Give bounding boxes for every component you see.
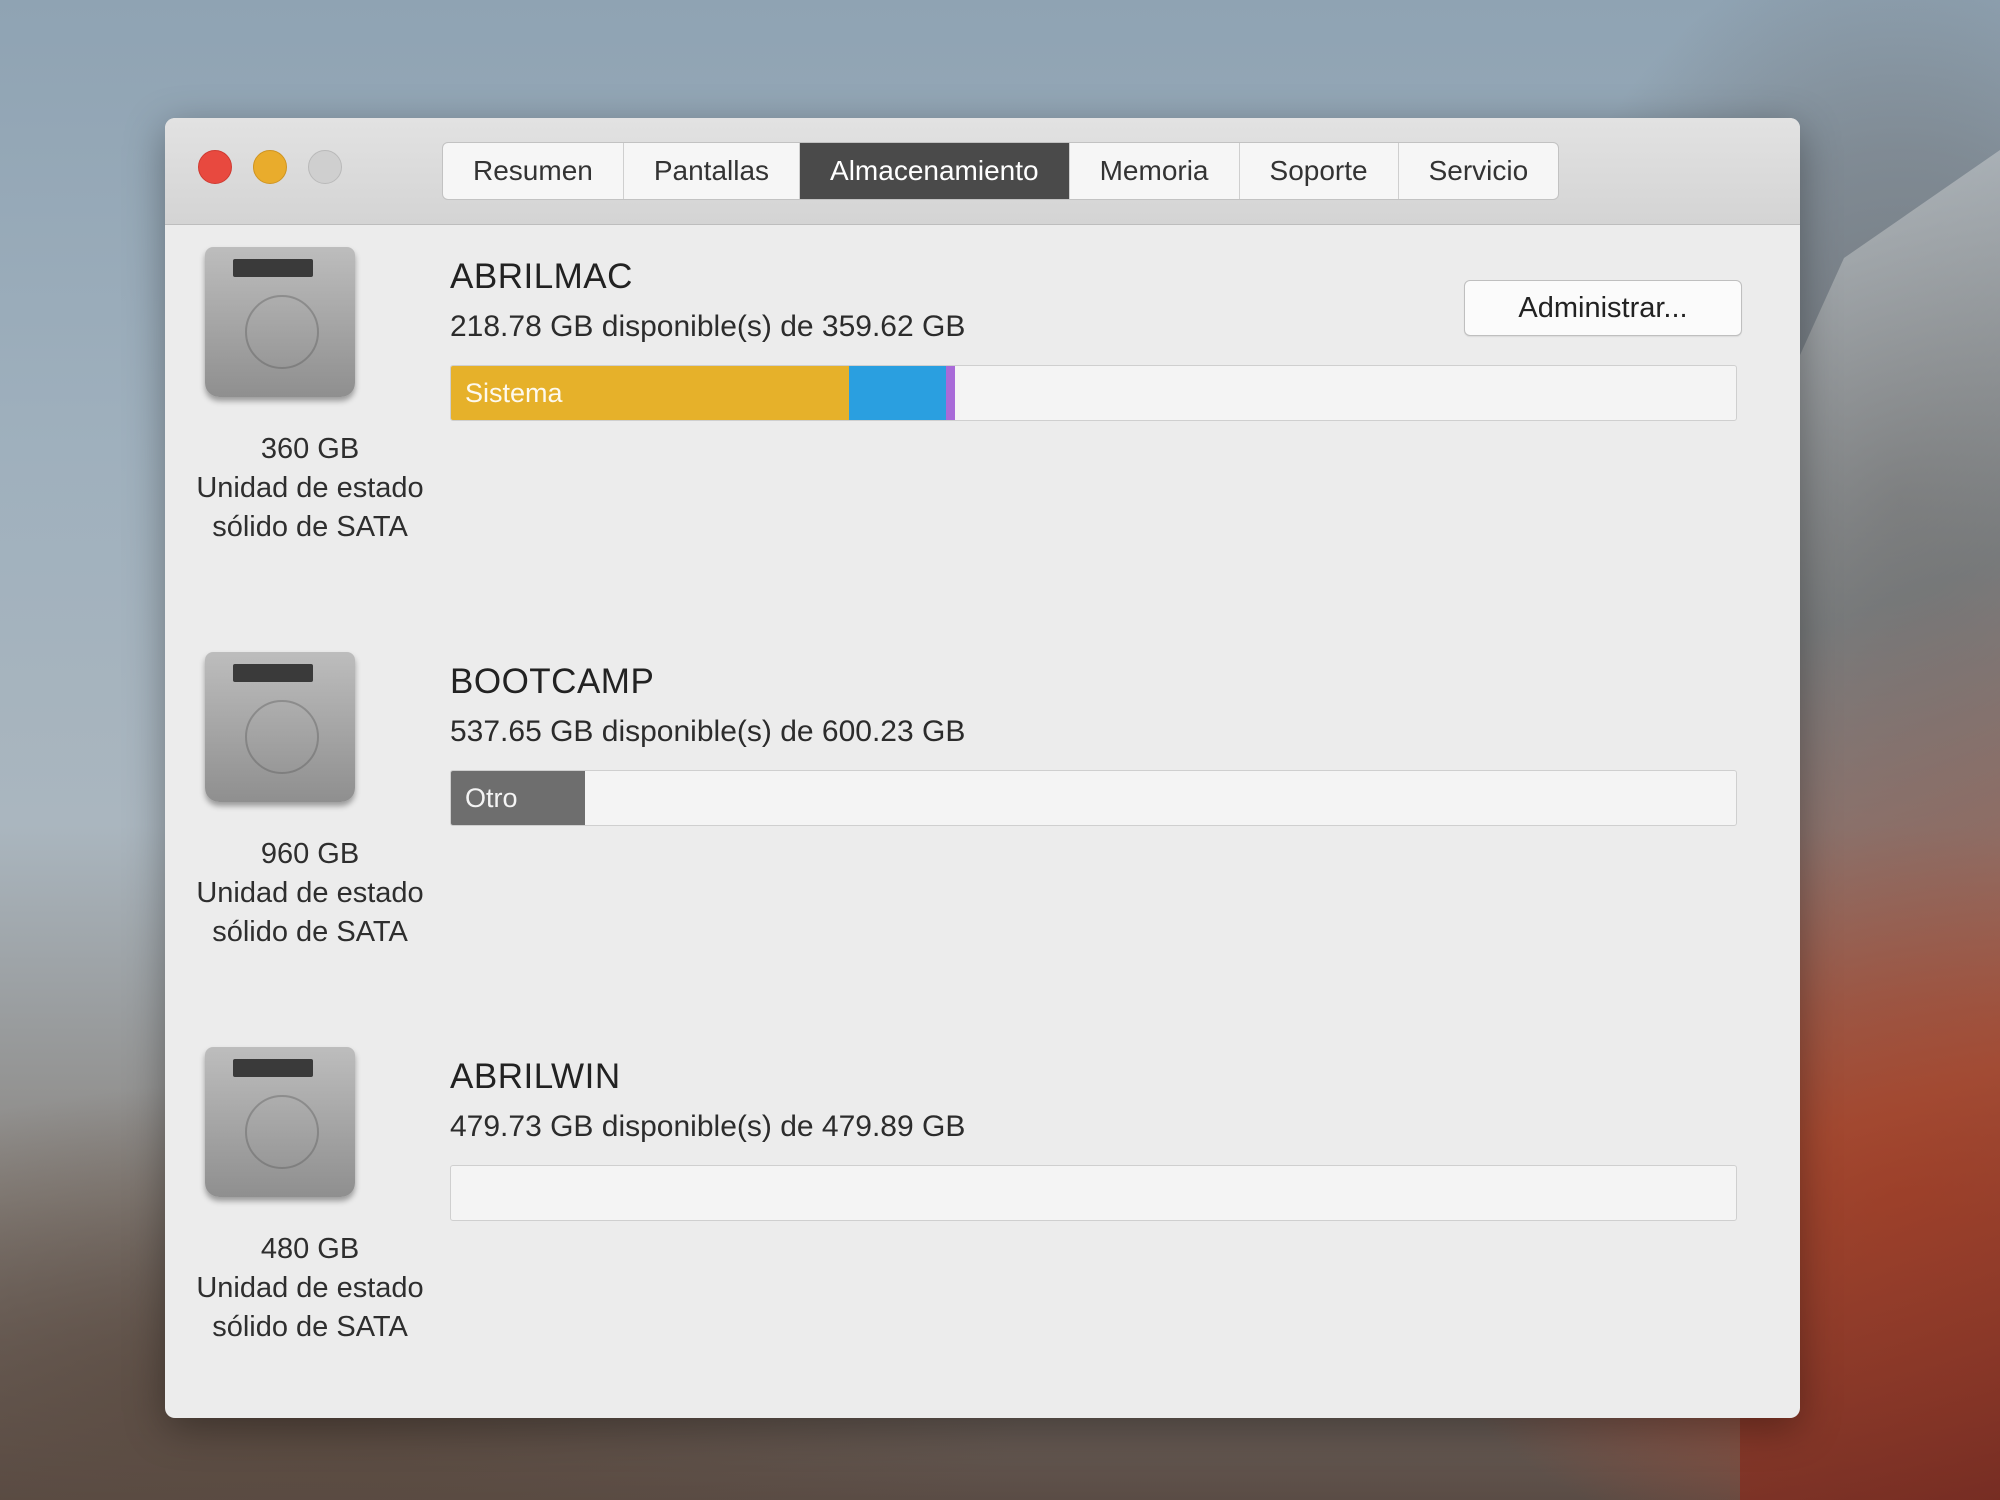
- tab-servicio[interactable]: Servicio: [1399, 143, 1559, 199]
- disk-info: 360 GB Unidad de estado sólido de SATA: [165, 430, 455, 547]
- tab-memoria[interactable]: Memoria: [1070, 143, 1240, 199]
- usage-segment: Otro: [451, 771, 585, 825]
- hard-drive-icon: [205, 1047, 355, 1197]
- disk-icon-container: [205, 652, 365, 812]
- tab-almacenamiento[interactable]: Almacenamiento: [800, 143, 1070, 199]
- volume-name: ABRILMAC: [450, 257, 633, 296]
- tab-resumen[interactable]: Resumen: [443, 143, 624, 199]
- disk-entry-abrilwin: 480 GB Unidad de estado sólido de SATA A…: [165, 1025, 1800, 1418]
- volume-availability: 479.73 GB disponible(s) de 479.89 GB: [450, 1110, 966, 1143]
- disk-type-line2: sólido de SATA: [212, 1311, 408, 1343]
- zoom-window-button: [308, 150, 342, 184]
- disk-type-line2: sólido de SATA: [212, 511, 408, 543]
- usage-segment-label: Sistema: [465, 378, 563, 408]
- tab-pantallas[interactable]: Pantallas: [624, 143, 801, 199]
- disk-entry-bootcamp: 960 GB Unidad de estado sólido de SATA B…: [165, 630, 1800, 1030]
- volume-name: BOOTCAMP: [450, 662, 655, 701]
- hard-drive-icon: [205, 247, 355, 397]
- usage-bar: Sistema: [450, 365, 1737, 421]
- minimize-window-button[interactable]: [253, 150, 287, 184]
- disk-type-line2: sólido de SATA: [212, 916, 408, 948]
- hard-drive-icon: [205, 652, 355, 802]
- disk-type-line1: Unidad de estado: [196, 877, 424, 909]
- tab-soporte[interactable]: Soporte: [1240, 143, 1399, 199]
- manage-storage-button[interactable]: Administrar...: [1464, 280, 1742, 336]
- tab-bar: Resumen Pantallas Almacenamiento Memoria…: [442, 142, 1560, 200]
- usage-bar: [450, 1165, 1737, 1221]
- disk-capacity: 960 GB: [260, 838, 360, 870]
- disk-capacity: 480 GB: [260, 1233, 360, 1265]
- volume-name: ABRILWIN: [450, 1057, 621, 1096]
- disk-info: 480 GB Unidad de estado sólido de SATA: [165, 1230, 455, 1347]
- volume-availability: 537.65 GB disponible(s) de 600.23 GB: [450, 715, 966, 748]
- disk-entry-abrilmac: 360 GB Unidad de estado sólido de SATA A…: [165, 225, 1800, 625]
- usage-bar: Otro: [450, 770, 1737, 826]
- usage-segment: [945, 366, 955, 420]
- disk-icon-container: [205, 1047, 365, 1207]
- storage-panel: 360 GB Unidad de estado sólido de SATA A…: [165, 225, 1800, 1418]
- about-this-mac-window: Resumen Pantallas Almacenamiento Memoria…: [165, 118, 1800, 1418]
- title-bar: Resumen Pantallas Almacenamiento Memoria…: [165, 118, 1800, 225]
- disk-type-line1: Unidad de estado: [196, 472, 424, 504]
- volume-availability: 218.78 GB disponible(s) de 359.62 GB: [450, 310, 966, 343]
- usage-segment: [849, 366, 946, 420]
- disk-capacity: 360 GB: [260, 433, 360, 465]
- disk-icon-container: [205, 247, 365, 407]
- disk-info: 960 GB Unidad de estado sólido de SATA: [165, 835, 455, 952]
- usage-segment: Sistema: [451, 366, 850, 420]
- close-window-button[interactable]: [198, 150, 232, 184]
- usage-segment-label: Otro: [465, 783, 518, 813]
- disk-type-line1: Unidad de estado: [196, 1272, 424, 1304]
